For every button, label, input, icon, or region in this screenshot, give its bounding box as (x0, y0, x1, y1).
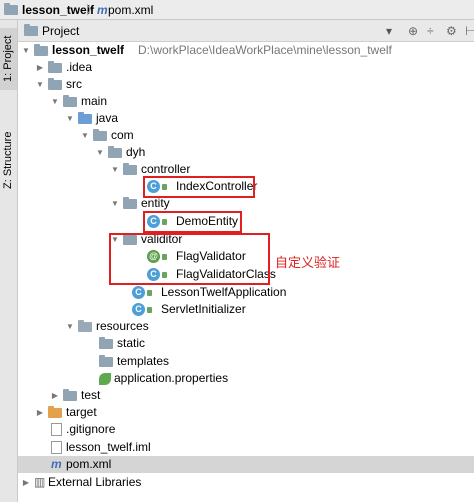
package-icon (108, 146, 122, 158)
package-icon (93, 129, 107, 141)
resources-folder-icon (78, 320, 92, 332)
folder-icon (48, 78, 62, 90)
spring-leaf-icon (99, 373, 111, 385)
tree-label: pom.xml (66, 457, 112, 471)
maven-icon: m (51, 457, 62, 471)
scroll-from-source-icon[interactable]: ⊕ (408, 24, 418, 38)
expand-arrow-icon[interactable]: ▼ (96, 144, 104, 161)
tree-row-root[interactable]: ▼ lesson_twelf D:\workPlace\IdeaWorkPlac… (18, 42, 474, 59)
tree-label: java (96, 111, 119, 125)
highlight-box-demo-entity (143, 211, 242, 233)
collapse-all-icon[interactable]: ÷ (427, 24, 434, 38)
expand-arrow-icon[interactable]: ▼ (111, 195, 119, 212)
package-icon (123, 163, 137, 175)
excluded-folder-icon (48, 406, 62, 418)
tree-label: .idea (66, 60, 93, 74)
source-folder-icon (78, 112, 92, 124)
folder-icon (99, 355, 113, 367)
spring-boot-class-icon: C (132, 286, 145, 299)
tree-label: .gitignore (66, 422, 116, 436)
panel-title[interactable]: Project (42, 24, 79, 38)
expand-arrow-icon[interactable]: ▼ (51, 93, 59, 110)
collapse-arrow-icon[interactable]: ▶ (36, 59, 44, 76)
tree-label: External Libraries (48, 475, 142, 489)
root-path: D:\workPlace\IdeaWorkPlace\mine\lesson_t… (138, 43, 392, 57)
folder-icon (48, 61, 62, 73)
expand-arrow-icon[interactable]: ▼ (22, 42, 30, 59)
folder-icon (63, 95, 77, 107)
settings-gear-icon[interactable]: ⚙ (446, 24, 457, 38)
expand-arrow-icon[interactable]: ▼ (66, 110, 74, 127)
breadcrumb-file[interactable]: pom.xml (108, 3, 153, 17)
folder-icon (63, 389, 77, 401)
tree-label: com (111, 128, 134, 142)
class-icon: C (132, 303, 145, 316)
expand-arrow-icon[interactable]: ▼ (66, 318, 74, 335)
tree-label: LessonTwelfApplication (161, 285, 287, 299)
tree-label: main (81, 94, 108, 108)
breadcrumb-project[interactable]: lesson_twelf (22, 3, 94, 17)
text-file-icon (51, 423, 62, 436)
tree-label: templates (117, 354, 170, 368)
view-dropdown-icon[interactable]: ▾ (386, 24, 392, 38)
root-label: lesson_twelf (52, 43, 125, 57)
access-icon (147, 307, 152, 313)
tree-label: test (81, 388, 101, 402)
highlight-box-validitor (109, 233, 270, 285)
project-panel-header: Project ▾ ⊕ ÷ ⚙ ⊢ (18, 20, 474, 42)
tree-row-pom[interactable]: m pom.xml (18, 456, 474, 473)
tree-label: ServletInitializer (161, 302, 246, 316)
expand-arrow-icon[interactable]: ▼ (111, 161, 119, 178)
breadcrumb: lesson_twelf 〉 m pom.xml (0, 0, 474, 20)
collapse-arrow-icon[interactable]: ▶ (51, 387, 59, 404)
folder-icon (34, 44, 48, 56)
folder-icon (4, 3, 18, 15)
folder-icon (99, 337, 113, 349)
tree-label: target (66, 405, 97, 419)
tab-project[interactable]: 1: Project (0, 28, 17, 90)
tree-label: lesson_twelf.iml (66, 440, 151, 454)
collapse-arrow-icon[interactable]: ▶ (36, 404, 44, 421)
expand-arrow-icon[interactable]: ▼ (81, 127, 89, 144)
tree-label: dyh (126, 145, 146, 159)
project-view-icon (24, 24, 38, 36)
hide-panel-icon[interactable]: ⊢ (465, 24, 474, 38)
expand-arrow-icon[interactable]: ▼ (36, 76, 44, 93)
access-icon (147, 290, 152, 296)
collapse-arrow-icon[interactable]: ▶ (22, 474, 30, 491)
custom-validation-annotation: 自定义验证 (275, 255, 341, 270)
tree-label: resources (96, 319, 149, 333)
module-file-icon (51, 441, 62, 454)
tree-label: static (117, 336, 146, 350)
highlight-box-index-controller (143, 176, 255, 198)
package-icon (123, 197, 137, 209)
maven-icon: m (97, 3, 108, 17)
tree-label: src (66, 77, 82, 91)
tree-label: application.properties (114, 371, 229, 385)
tab-structure[interactable]: Z: Structure (0, 120, 17, 200)
library-icon: ▥ (34, 475, 46, 489)
left-tool-strip: 1: Project Z: Structure (0, 20, 18, 502)
